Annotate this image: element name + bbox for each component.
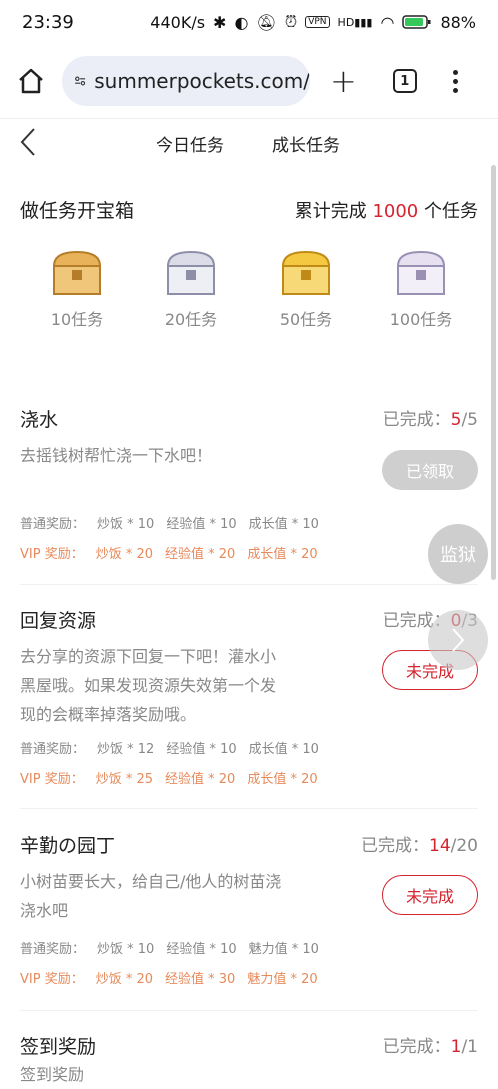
tab-today[interactable]: 今日任务 xyxy=(156,131,224,156)
back-arrow-icon[interactable] xyxy=(18,125,40,159)
treasure-chest-icon xyxy=(396,250,446,295)
incomplete-button[interactable]: 未完成 xyxy=(382,875,478,915)
task-item: 回复资源 已完成：0/3 去分享的资源下回复一下吧！灌水小黑屋哦。如果发现资源失… xyxy=(20,606,478,787)
task-description: 去分享的资源下回复一下吧！灌水小黑屋哦。如果发现资源失效第一个发现的会概率掉落奖… xyxy=(20,647,277,724)
home-icon[interactable] xyxy=(14,66,48,96)
chevron-right-icon xyxy=(452,628,465,652)
bluetooth-icon: ✱ xyxy=(213,12,227,32)
divider xyxy=(20,808,478,809)
wifi-icon: ◠ xyxy=(380,12,395,32)
next-float-button[interactable] xyxy=(428,610,488,670)
treasure-title: 做任务开宝箱 xyxy=(20,200,135,222)
prison-float-button[interactable]: 监狱 xyxy=(428,524,488,584)
page-header: 今日任务 成长任务 xyxy=(0,119,498,163)
task-item: 辛勤の园丁 已完成：14/20 小树苗要长大，给自己/他人的树苗浇浇水吧 未完成… xyxy=(20,831,478,991)
chest-label: 50任务 xyxy=(279,310,333,329)
task-progress: 已完成：14/20 xyxy=(361,836,478,856)
alarm-icon: ⏰︎ xyxy=(284,12,298,31)
chest-50[interactable]: 50任务 xyxy=(256,246,356,330)
normal-rewards: 普通奖励： 炒饭 * 10 经验值 * 10 魅力值 * 10 xyxy=(20,942,319,957)
task-progress: 已完成：1/1 xyxy=(382,1037,478,1057)
dnd-toggle-icon: ◐ xyxy=(234,12,249,32)
browser-menu-button[interactable] xyxy=(452,69,458,93)
mute-icon: 🔕︎ xyxy=(256,12,277,32)
task-description: 小树苗要长大，给自己/他人的树苗浇浇水吧 xyxy=(20,872,282,920)
signal-icon: HD▮▮▮ xyxy=(337,15,373,29)
task-item: 浇水 已完成：5/5 去摇钱树帮忙浇一下水吧！ 已领取 普通奖励： 炒饭 * 10… xyxy=(20,405,478,565)
tab-growth[interactable]: 成长任务 xyxy=(272,131,340,156)
task-description: 签到奖励 xyxy=(20,1065,85,1084)
chest-label: 20任务 xyxy=(164,310,218,329)
divider xyxy=(20,1010,478,1011)
site-settings-icon[interactable] xyxy=(74,70,86,92)
normal-rewards: 普通奖励： 炒饭 * 10 经验值 * 10 成长值 * 10 xyxy=(20,517,319,532)
task-progress: 已完成：5/5 xyxy=(382,410,478,430)
task-item: 签到奖励 已完成：1/1 签到奖励 xyxy=(20,1032,478,1084)
treasure-chest-icon xyxy=(281,250,331,295)
battery-level: 88% xyxy=(440,12,476,32)
chest-10[interactable]: 10任务 xyxy=(27,246,127,330)
vip-rewards: VIP 奖励： 炒饭 * 25 经验值 * 20 成长值 * 20 xyxy=(20,772,318,787)
scrollbar[interactable] xyxy=(491,165,496,580)
total-completed: 累计完成 1000 个任务 xyxy=(294,201,478,222)
vip-rewards: VIP 奖励： 炒饭 * 20 经验值 * 30 魅力值 * 20 xyxy=(20,972,318,987)
treasure-header: 做任务开宝箱 累计完成 1000 个任务 xyxy=(20,196,478,223)
divider xyxy=(20,584,478,585)
status-bar: 23:39 440K/s ✱ ◐ 🔕︎ ⏰︎ VPN HD▮▮▮ ◠ 88% xyxy=(0,0,498,44)
chest-100[interactable]: 100任务 xyxy=(371,246,471,330)
claimed-button[interactable]: 已领取 xyxy=(382,450,478,490)
normal-rewards: 普通奖励： 炒饭 * 12 经验值 * 10 成长值 * 10 xyxy=(20,742,319,757)
vip-rewards: VIP 奖励： 炒饭 * 20 经验值 * 20 成长值 * 20 xyxy=(20,547,318,562)
task-name: 回复资源 xyxy=(20,610,97,632)
new-tab-button[interactable]: + xyxy=(330,65,357,97)
network-speed: 440K/s xyxy=(150,12,206,32)
chest-20[interactable]: 20任务 xyxy=(141,246,241,330)
task-description: 去摇钱树帮忙浇一下水吧！ xyxy=(20,446,213,465)
chest-label: 10任务 xyxy=(50,310,104,329)
chest-label: 100任务 xyxy=(389,310,453,329)
vpn-badge: VPN xyxy=(305,16,330,28)
battery-icon xyxy=(402,15,431,29)
url-text: summerpockets.com/ xyxy=(94,69,310,93)
browser-toolbar: summerpockets.com/ + 1 xyxy=(0,44,498,118)
task-name: 辛勤の园丁 xyxy=(20,835,116,857)
tab-switcher-button[interactable]: 1 xyxy=(392,69,417,93)
treasure-chest-icon xyxy=(166,250,216,295)
treasure-chest-icon xyxy=(52,250,102,295)
total-count: 1000 xyxy=(372,201,419,222)
clock: 23:39 xyxy=(22,11,74,33)
address-bar[interactable]: summerpockets.com/ xyxy=(62,56,310,106)
task-name: 签到奖励 xyxy=(20,1036,97,1058)
task-name: 浇水 xyxy=(20,409,59,431)
